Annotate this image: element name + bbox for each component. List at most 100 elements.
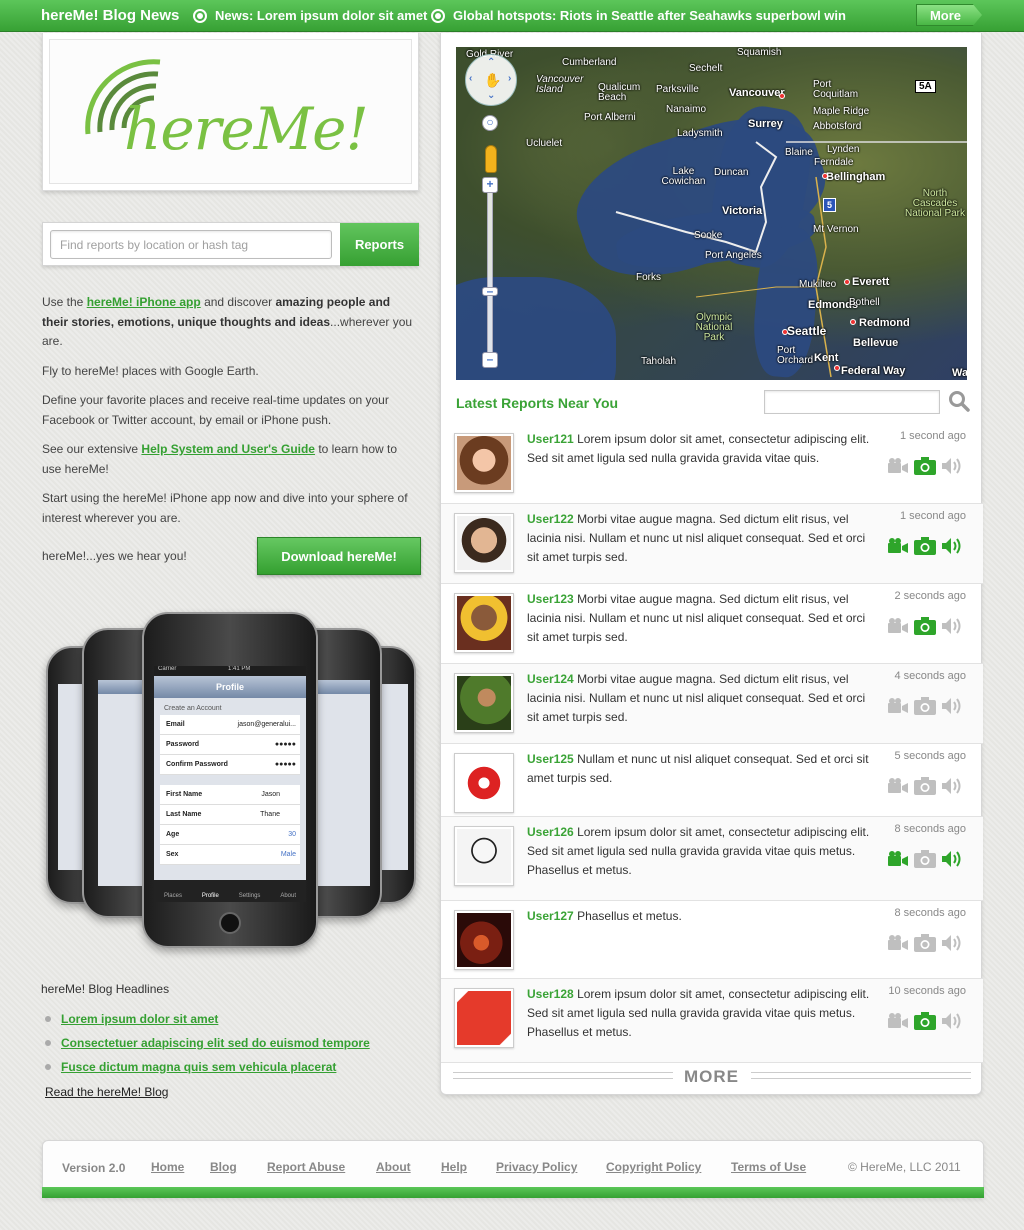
report-username[interactable]: User128 bbox=[527, 987, 574, 1001]
video-icon[interactable] bbox=[887, 697, 909, 715]
report-row[interactable]: User128 Lorem ipsum dolor sit amet, cons… bbox=[441, 979, 983, 1063]
pan-down-icon[interactable]: ⌄ bbox=[487, 90, 495, 101]
audio-icon[interactable] bbox=[941, 457, 963, 475]
report-row[interactable]: User123 Morbi vitae augue magna. Sed dic… bbox=[441, 584, 983, 664]
avatar[interactable] bbox=[454, 673, 514, 733]
footer-link-copyright[interactable]: Copyright Policy bbox=[606, 1160, 701, 1174]
intro-paragraph-5: Start using the hereMe! iPhone app now a… bbox=[42, 491, 408, 525]
audio-icon[interactable] bbox=[941, 934, 963, 952]
reports-button[interactable]: Reports bbox=[340, 223, 419, 266]
report-text: Lorem ipsum dolor sit amet, consectetur … bbox=[527, 432, 870, 465]
zoom-handle[interactable]: – bbox=[482, 285, 498, 297]
report-username[interactable]: User124 bbox=[527, 672, 574, 686]
video-icon[interactable] bbox=[887, 850, 909, 868]
map-view[interactable]: Gold River Squamish Cumberland Sechelt Q… bbox=[456, 47, 967, 380]
avatar[interactable] bbox=[454, 753, 514, 813]
hand-icon[interactable]: ✋ bbox=[484, 72, 501, 89]
report-row[interactable]: User124 Morbi vitae augue magna. Sed dic… bbox=[441, 664, 983, 744]
avatar[interactable] bbox=[454, 593, 514, 653]
report-row[interactable]: User121 Lorem ipsum dolor sit amet, cons… bbox=[441, 424, 983, 504]
zoom-in-icon[interactable]: + bbox=[482, 177, 498, 193]
report-username[interactable]: User121 bbox=[527, 432, 574, 446]
audio-icon[interactable] bbox=[941, 697, 963, 715]
street-view-pegman-icon[interactable] bbox=[485, 145, 497, 173]
map-pan-control[interactable]: ⌃ ‹ › ⌄ ✋ bbox=[465, 54, 517, 106]
report-row[interactable]: User126 Lorem ipsum dolor sit amet, cons… bbox=[441, 817, 983, 901]
footer-link-home[interactable]: Home bbox=[151, 1160, 184, 1174]
news-item-1[interactable]: News: Lorem ipsum dolor sit amet bbox=[193, 8, 427, 23]
audio-icon[interactable] bbox=[941, 850, 963, 868]
video-icon[interactable] bbox=[887, 457, 909, 475]
footer-link-about[interactable]: About bbox=[376, 1160, 411, 1174]
logo[interactable]: hereMe! bbox=[49, 39, 412, 184]
search-icon[interactable] bbox=[948, 390, 970, 412]
blog-headline-item: Fusce dictum magna quis sem vehicula pla… bbox=[45, 1055, 370, 1079]
blog-news-brand[interactable]: hereMe! Blog News bbox=[41, 7, 179, 24]
report-timestamp: 2 seconds ago bbox=[894, 590, 966, 602]
blog-headline-link[interactable]: Consectetuer adapiscing elit sed do euis… bbox=[61, 1036, 370, 1050]
photo-icon[interactable] bbox=[914, 697, 936, 715]
news-text-1[interactable]: News: Lorem ipsum dolor sit amet bbox=[215, 8, 427, 23]
blog-headline-item: Consectetuer adapiscing elit sed do euis… bbox=[45, 1031, 370, 1055]
pan-up-icon[interactable]: ⌃ bbox=[487, 57, 495, 68]
report-username[interactable]: User127 bbox=[527, 909, 574, 923]
report-text: Morbi vitae augue magna. Sed dictum elit… bbox=[527, 512, 866, 564]
avatar[interactable] bbox=[454, 910, 514, 970]
avatar[interactable] bbox=[454, 433, 514, 493]
photo-icon[interactable] bbox=[914, 537, 936, 555]
avatar[interactable] bbox=[454, 513, 514, 573]
video-icon[interactable] bbox=[887, 777, 909, 795]
report-username[interactable]: User125 bbox=[527, 752, 574, 766]
report-username[interactable]: User126 bbox=[527, 825, 574, 839]
blog-headline-link[interactable]: Lorem ipsum dolor sit amet bbox=[61, 1012, 218, 1026]
zoom-out-icon[interactable]: – bbox=[482, 352, 498, 368]
report-message: User125 Nullam et nunc ut nisl aliquet c… bbox=[527, 750, 872, 788]
video-icon[interactable] bbox=[887, 617, 909, 635]
news-more-button[interactable]: More bbox=[916, 4, 982, 26]
report-row[interactable]: User127 Phasellus et metus. 8 seconds ag… bbox=[441, 901, 983, 979]
iphone-app-link[interactable]: hereMe! iPhone app bbox=[87, 295, 201, 309]
reports-filter-input[interactable] bbox=[764, 390, 940, 414]
photo-icon[interactable] bbox=[914, 777, 936, 795]
pan-right-icon[interactable]: › bbox=[508, 73, 511, 84]
reports-list: User121 Lorem ipsum dolor sit amet, cons… bbox=[441, 424, 983, 1063]
report-username[interactable]: User123 bbox=[527, 592, 574, 606]
video-icon[interactable] bbox=[887, 934, 909, 952]
report-row[interactable]: User125 Nullam et nunc ut nisl aliquet c… bbox=[441, 744, 983, 817]
avatar[interactable] bbox=[454, 826, 514, 886]
audio-icon[interactable] bbox=[941, 1012, 963, 1030]
report-search-input[interactable] bbox=[50, 230, 332, 259]
help-guide-link[interactable]: Help System and User's Guide bbox=[141, 442, 315, 456]
pan-left-icon[interactable]: ‹ bbox=[469, 73, 472, 84]
news-item-2[interactable]: Global hotspots: Riots in Seattle after … bbox=[431, 8, 846, 23]
video-icon[interactable] bbox=[887, 537, 909, 555]
audio-icon[interactable] bbox=[941, 617, 963, 635]
zoom-slider[interactable] bbox=[487, 177, 493, 362]
footer-link-report-abuse[interactable]: Report Abuse bbox=[267, 1160, 345, 1174]
news-text-2[interactable]: Global hotspots: Riots in Seattle after … bbox=[453, 8, 846, 23]
photo-icon[interactable] bbox=[914, 1012, 936, 1030]
more-reports-button[interactable]: MORE bbox=[684, 1067, 739, 1087]
map-reset-icon[interactable]: ○ bbox=[482, 115, 498, 131]
report-message: User126 Lorem ipsum dolor sit amet, cons… bbox=[527, 823, 872, 880]
photo-icon[interactable] bbox=[914, 617, 936, 635]
avatar[interactable] bbox=[454, 988, 514, 1048]
photo-icon[interactable] bbox=[914, 457, 936, 475]
report-username[interactable]: User122 bbox=[527, 512, 574, 526]
audio-icon[interactable] bbox=[941, 537, 963, 555]
report-text: Morbi vitae augue magna. Sed dictum elit… bbox=[527, 672, 866, 724]
photo-icon[interactable] bbox=[914, 934, 936, 952]
report-timestamp: 1 second ago bbox=[899, 510, 966, 522]
photo-icon[interactable] bbox=[914, 850, 936, 868]
report-media-icons bbox=[887, 537, 963, 555]
video-icon[interactable] bbox=[887, 1012, 909, 1030]
footer-link-blog[interactable]: Blog bbox=[210, 1160, 237, 1174]
footer-link-privacy[interactable]: Privacy Policy bbox=[496, 1160, 577, 1174]
footer-link-help[interactable]: Help bbox=[441, 1160, 467, 1174]
footer-link-terms[interactable]: Terms of Use bbox=[731, 1160, 806, 1174]
download-button[interactable]: Download hereMe! bbox=[257, 537, 421, 575]
blog-headline-link[interactable]: Fusce dictum magna quis sem vehicula pla… bbox=[61, 1060, 336, 1074]
report-row[interactable]: User122 Morbi vitae augue magna. Sed dic… bbox=[441, 504, 983, 584]
read-blog-link[interactable]: Read the hereMe! Blog bbox=[45, 1085, 168, 1099]
audio-icon[interactable] bbox=[941, 777, 963, 795]
